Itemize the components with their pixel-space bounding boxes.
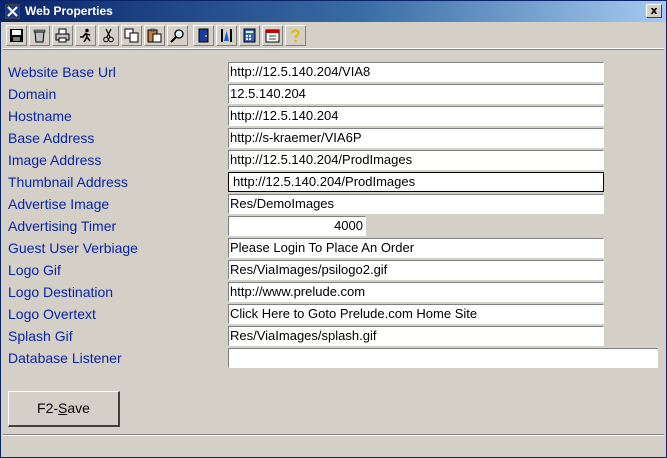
help-icon <box>288 28 303 43</box>
tools-toolbar-button[interactable] <box>216 25 237 46</box>
find-icon <box>170 28 185 43</box>
calculator-toolbar-button[interactable] <box>239 25 260 46</box>
clear-toolbar-button[interactable] <box>29 25 50 46</box>
status-separator <box>3 434 664 436</box>
label-hostname: Hostname <box>8 108 72 124</box>
thumbnail-address-input[interactable]: http://12.5.140.204/ProdImages <box>228 172 604 192</box>
label-splash-gif: Splash Gif <box>8 328 73 344</box>
label-base-address: Base Address <box>8 130 95 146</box>
logo-gif-input[interactable]: Res/ViaImages/psilogo2.gif <box>228 260 604 280</box>
domain-input[interactable]: 12.5.140.204 <box>228 84 604 104</box>
advertising-timer-input[interactable]: 4000 <box>228 216 366 236</box>
web-properties-window: Web Properties x Website Base Url http:/… <box>0 0 667 458</box>
label-image-address: Image Address <box>8 152 102 168</box>
close-button[interactable]: x <box>646 4 662 18</box>
calendar-toolbar-button[interactable] <box>262 25 283 46</box>
exit-toolbar-button[interactable] <box>193 25 214 46</box>
copy-toolbar-button[interactable] <box>121 25 142 46</box>
label-domain: Domain <box>8 86 57 102</box>
save-toolbar-button[interactable] <box>6 25 27 46</box>
website-base-url-input[interactable]: http://12.5.140.204/VIA8 <box>228 62 604 82</box>
print-toolbar-button[interactable] <box>52 25 73 46</box>
base-address-input[interactable]: http://s-kraemer/VIA6P <box>228 128 604 148</box>
window-title: Web Properties <box>25 4 113 18</box>
toolbar <box>3 23 664 49</box>
paste-icon <box>147 28 162 43</box>
guest-user-verbiage-input[interactable]: Please Login To Place An Order <box>228 238 604 258</box>
cut-toolbar-button[interactable] <box>98 25 119 46</box>
label-logo-gif: Logo Gif <box>8 262 61 278</box>
label-database-listener: Database Listener <box>8 350 122 366</box>
logo-overtext-input[interactable]: Click Here to Goto Prelude.com Home Site <box>228 304 604 324</box>
exit-icon <box>196 28 211 43</box>
find-toolbar-button[interactable] <box>167 25 188 46</box>
label-advertising-timer: Advertising Timer <box>8 218 117 234</box>
label-thumbnail-address: Thumbnail Address <box>8 174 128 190</box>
save-label-prefix: F2- <box>37 400 59 416</box>
save-label-hotkey: S <box>58 400 68 416</box>
label-logo-destination: Logo Destination <box>8 284 114 300</box>
calendar-icon <box>265 28 280 43</box>
save-button[interactable]: F2-Save <box>8 391 120 427</box>
app-icon <box>5 4 20 19</box>
splash-gif-input[interactable]: Res/ViaImages/splash.gif <box>228 326 604 346</box>
hostname-input[interactable]: http://12.5.140.204 <box>228 106 604 126</box>
tools-icon <box>219 28 234 43</box>
copy-icon <box>124 28 139 43</box>
print-icon <box>55 28 70 43</box>
label-website-base-url: Website Base Url <box>8 64 116 80</box>
clear-icon <box>32 28 47 43</box>
database-listener-input[interactable] <box>228 348 658 368</box>
label-advertise-image: Advertise Image <box>8 196 110 212</box>
run-toolbar-button[interactable] <box>75 25 96 46</box>
calculator-icon <box>242 28 257 43</box>
label-guest-user-verbiage: Guest User Verbiage <box>8 240 138 256</box>
help-toolbar-button[interactable] <box>285 25 306 46</box>
save-icon <box>9 28 24 43</box>
label-logo-overtext: Logo Overtext <box>8 306 96 322</box>
image-address-input[interactable]: http://12.5.140.204/ProdImages <box>228 150 604 170</box>
advertise-image-input[interactable]: Res/DemoImages <box>228 194 604 214</box>
logo-destination-input[interactable]: http://www.prelude.com <box>228 282 604 302</box>
save-label-rest: ave <box>67 400 90 416</box>
title-bar[interactable]: Web Properties x <box>1 1 666 22</box>
paste-toolbar-button[interactable] <box>144 25 165 46</box>
cut-icon <box>101 28 116 43</box>
run-icon <box>78 28 93 43</box>
